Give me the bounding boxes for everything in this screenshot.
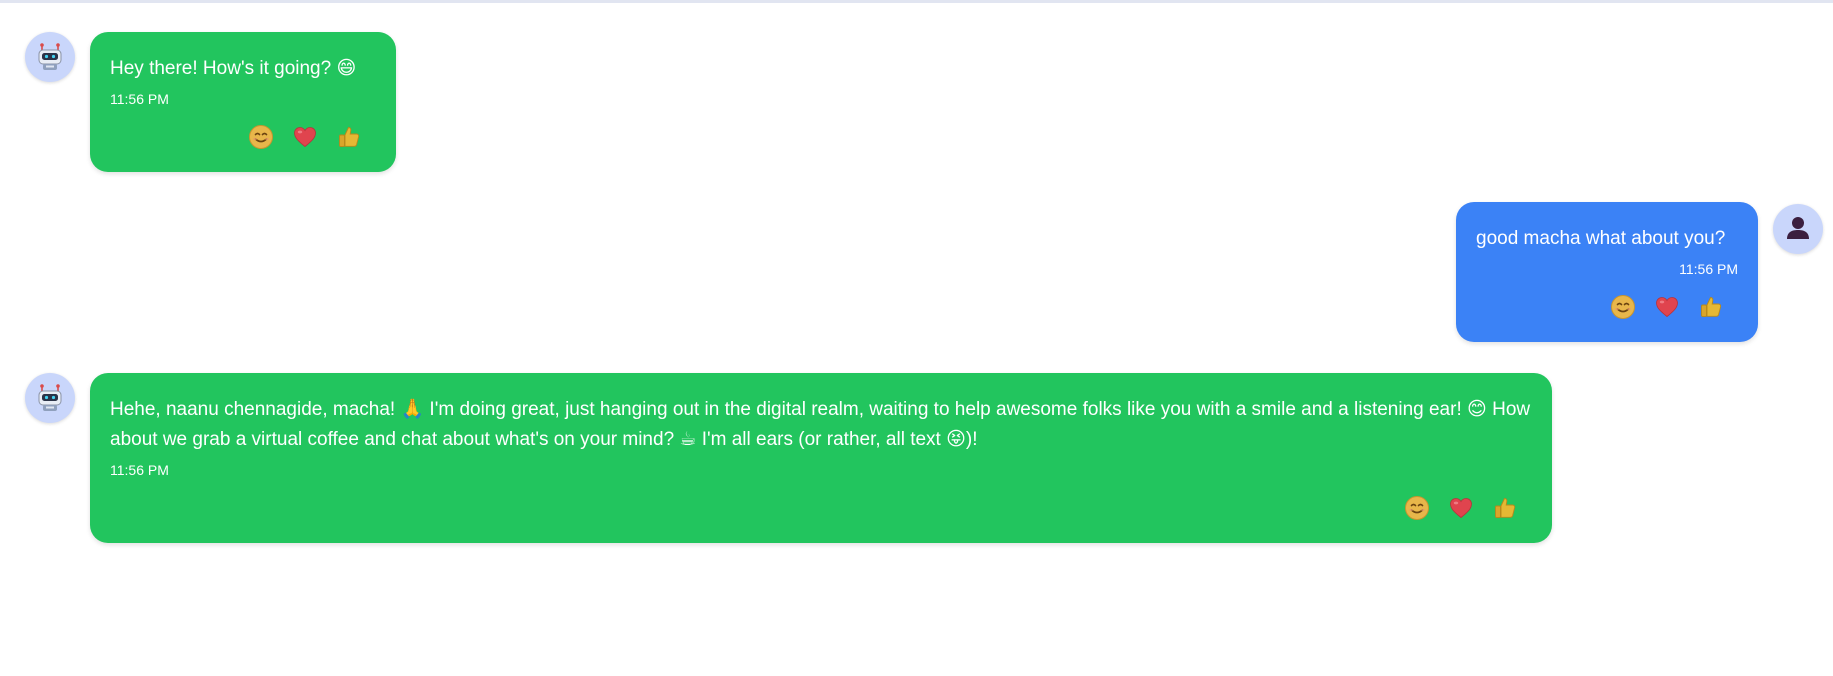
bot-avatar	[25, 373, 75, 423]
user-message-bubble: good macha what about you? 11:56 PM	[1456, 202, 1758, 342]
chat-window: Hey there! How's it going? 😄 11:56 PM go…	[0, 0, 1833, 676]
heart-emoji-icon[interactable]	[292, 124, 318, 150]
reaction-bar	[248, 124, 362, 150]
message-timestamp: 11:56 PM	[1679, 261, 1738, 277]
smile-emoji-icon[interactable]	[1610, 294, 1636, 320]
bot-message-bubble: Hehe, naanu chennagide, macha! 🙏 I'm doi…	[90, 373, 1552, 543]
thumbs-up-emoji-icon[interactable]	[1492, 495, 1518, 521]
message-timestamp: 11:56 PM	[110, 91, 169, 107]
smile-emoji-icon[interactable]	[248, 124, 274, 150]
thumbs-up-emoji-icon[interactable]	[1698, 294, 1724, 320]
heart-emoji-icon[interactable]	[1654, 294, 1680, 320]
smile-emoji-icon[interactable]	[1404, 495, 1430, 521]
robot-icon	[38, 43, 62, 70]
message-text: Hehe, naanu chennagide, macha! 🙏 I'm doi…	[110, 399, 1531, 450]
bot-avatar	[25, 32, 75, 82]
heart-emoji-icon[interactable]	[1448, 495, 1474, 521]
person-icon	[1787, 217, 1809, 239]
message-timestamp: 11:56 PM	[110, 462, 169, 478]
robot-icon	[38, 384, 62, 411]
bot-message-bubble: Hey there! How's it going? 😄 11:56 PM	[90, 32, 396, 172]
message-text: Hey there! How's it going? 😄	[110, 58, 357, 79]
user-avatar	[1773, 204, 1823, 254]
message-text: good macha what about you?	[1476, 228, 1726, 249]
reaction-bar	[1610, 294, 1724, 320]
thumbs-up-emoji-icon[interactable]	[336, 124, 362, 150]
reaction-bar	[1404, 495, 1518, 521]
